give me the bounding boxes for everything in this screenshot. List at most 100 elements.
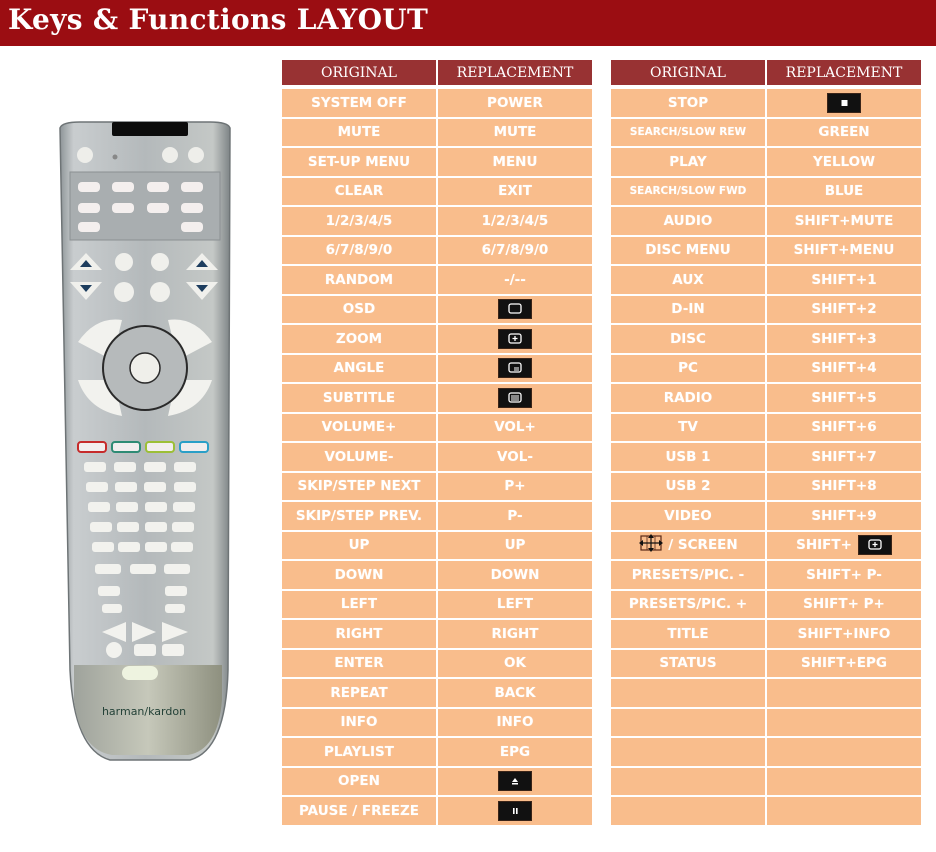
table-row bbox=[611, 738, 921, 768]
original-key-label: SKIP/STEP NEXT bbox=[297, 478, 421, 495]
stop-icon bbox=[827, 92, 861, 113]
original-key-cell: VIDEO bbox=[611, 502, 765, 532]
table-row: D-IN SHIFT+2 bbox=[611, 295, 921, 325]
original-key-label: MUTE bbox=[337, 124, 381, 141]
replacement-key-cell bbox=[438, 354, 592, 384]
replacement-key-cell bbox=[767, 797, 921, 827]
aspect-move-icon bbox=[638, 533, 664, 557]
replacement-key-label: EXIT bbox=[498, 183, 532, 200]
replacement-key-label: YELLOW bbox=[812, 153, 876, 170]
original-key-cell bbox=[611, 708, 765, 738]
table-row: PC SHIFT+4 bbox=[611, 354, 921, 384]
original-key-label: PLAY bbox=[669, 153, 707, 170]
replacement-key-label: 6/7/8/9/0 bbox=[481, 242, 549, 259]
replacement-key-cell bbox=[438, 767, 592, 797]
replacement-key-label: UP bbox=[504, 537, 526, 554]
original-key-cell bbox=[611, 738, 765, 768]
replacement-key-cell: RIGHT bbox=[438, 620, 592, 650]
original-key-label: PC bbox=[678, 360, 698, 377]
replacement-key-label: LEFT bbox=[496, 596, 534, 613]
table-row: / SCREEN SHIFT+ bbox=[611, 531, 921, 561]
original-key-cell: LEFT bbox=[282, 590, 436, 620]
original-key-cell: STATUS bbox=[611, 649, 765, 679]
original-key-cell: ENTER bbox=[282, 649, 436, 679]
replacement-key-cell: INFO bbox=[438, 708, 592, 738]
original-key-label: DISC bbox=[670, 330, 706, 347]
original-key-cell: 6/7/8/9/0 bbox=[282, 236, 436, 266]
key-mapping-table-1: ORIGINAL REPLACEMENT SYSTEM OFF POWER MUTE… bbox=[280, 60, 594, 827]
original-key-cell: DOWN bbox=[282, 561, 436, 591]
original-key-cell: PRESETS/PIC. + bbox=[611, 590, 765, 620]
table-row: TV SHIFT+6 bbox=[611, 413, 921, 443]
table-row: ZOOM bbox=[282, 325, 592, 355]
original-key-label: ENTER bbox=[334, 655, 384, 672]
angle-screen-icon bbox=[498, 358, 532, 379]
column-header-original: ORIGINAL bbox=[282, 60, 436, 89]
table-row: ANGLE bbox=[282, 354, 592, 384]
table-row: STATUS SHIFT+EPG bbox=[611, 649, 921, 679]
remote-brand-text: harman/kardon bbox=[102, 705, 186, 718]
replacement-key-cell: SHIFT+INFO bbox=[767, 620, 921, 650]
table-row: RADIO SHIFT+5 bbox=[611, 384, 921, 414]
replacement-key-cell: MENU bbox=[438, 148, 592, 178]
original-key-cell: UP bbox=[282, 531, 436, 561]
replacement-key-cell: BACK bbox=[438, 679, 592, 709]
replacement-key-label: MENU bbox=[492, 153, 538, 170]
replacement-key-label: SHIFT+ bbox=[796, 537, 852, 554]
table-header-row: ORIGINAL REPLACEMENT bbox=[611, 60, 921, 89]
table-row: SET-UP MENU MENU bbox=[282, 148, 592, 178]
original-key-cell: TITLE bbox=[611, 620, 765, 650]
table-row: AUX SHIFT+1 bbox=[611, 266, 921, 296]
zoom-screen-icon bbox=[857, 535, 892, 556]
replacement-key-cell: GREEN bbox=[767, 118, 921, 148]
original-key-label: AUDIO bbox=[663, 212, 713, 229]
replacement-key-cell: SHIFT+MUTE bbox=[767, 207, 921, 237]
original-key-cell: AUDIO bbox=[611, 207, 765, 237]
original-key-label: PRESETS/PIC. + bbox=[628, 596, 748, 613]
table-row: DOWN DOWN bbox=[282, 561, 592, 591]
replacement-key-cell bbox=[438, 295, 592, 325]
original-key-cell: MUTE bbox=[282, 118, 436, 148]
table-header-row: ORIGINAL REPLACEMENT bbox=[282, 60, 592, 89]
column-header-replacement: REPLACEMENT bbox=[767, 60, 921, 89]
original-key-cell: VOLUME+ bbox=[282, 413, 436, 443]
original-key-label: VIDEO bbox=[664, 507, 712, 524]
replacement-key-cell: SHIFT+MENU bbox=[767, 236, 921, 266]
table-row: SKIP/STEP PREV. P- bbox=[282, 502, 592, 532]
replacement-key-cell: SHIFT+8 bbox=[767, 472, 921, 502]
original-key-cell: DISC bbox=[611, 325, 765, 355]
replacement-key-cell: LEFT bbox=[438, 590, 592, 620]
original-key-cell: RANDOM bbox=[282, 266, 436, 296]
replacement-key-cell: YELLOW bbox=[767, 148, 921, 178]
table-row: VOLUME- VOL- bbox=[282, 443, 592, 473]
replacement-key-label: SHIFT+ P- bbox=[806, 566, 882, 583]
original-key-label: TITLE bbox=[667, 625, 709, 642]
replacement-key-cell bbox=[767, 767, 921, 797]
table-row: RANDOM -/-- bbox=[282, 266, 592, 296]
original-key-label: CLEAR bbox=[334, 183, 384, 200]
original-key-cell: INFO bbox=[282, 708, 436, 738]
original-key-cell: STOP bbox=[611, 89, 765, 119]
replacement-key-label: MUTE bbox=[493, 124, 537, 141]
table-row: PLAY YELLOW bbox=[611, 148, 921, 178]
original-key-cell: RIGHT bbox=[282, 620, 436, 650]
eject-icon bbox=[498, 771, 532, 792]
column-header-replacement: REPLACEMENT bbox=[438, 60, 592, 89]
replacement-key-label: EPG bbox=[499, 743, 531, 760]
original-key-label: AUX bbox=[672, 271, 704, 288]
replacement-key-cell bbox=[767, 679, 921, 709]
original-key-cell: CLEAR bbox=[282, 177, 436, 207]
original-key-label: STATUS bbox=[659, 655, 717, 672]
replacement-key-label: -/-- bbox=[504, 271, 526, 288]
original-key-label: SEARCH/SLOW FWD bbox=[629, 185, 747, 198]
original-key-cell: D-IN bbox=[611, 295, 765, 325]
original-key-label: RIGHT bbox=[335, 625, 383, 642]
replacement-key-cell: SHIFT+3 bbox=[767, 325, 921, 355]
replacement-key-label: OK bbox=[504, 655, 526, 672]
original-key-cell: / SCREEN bbox=[611, 531, 765, 561]
original-key-cell: 1/2/3/4/5 bbox=[282, 207, 436, 237]
table-row: SEARCH/SLOW REW GREEN bbox=[611, 118, 921, 148]
original-key-cell: OSD bbox=[282, 295, 436, 325]
original-key-cell: SKIP/STEP PREV. bbox=[282, 502, 436, 532]
original-key-cell: REPEAT bbox=[282, 679, 436, 709]
